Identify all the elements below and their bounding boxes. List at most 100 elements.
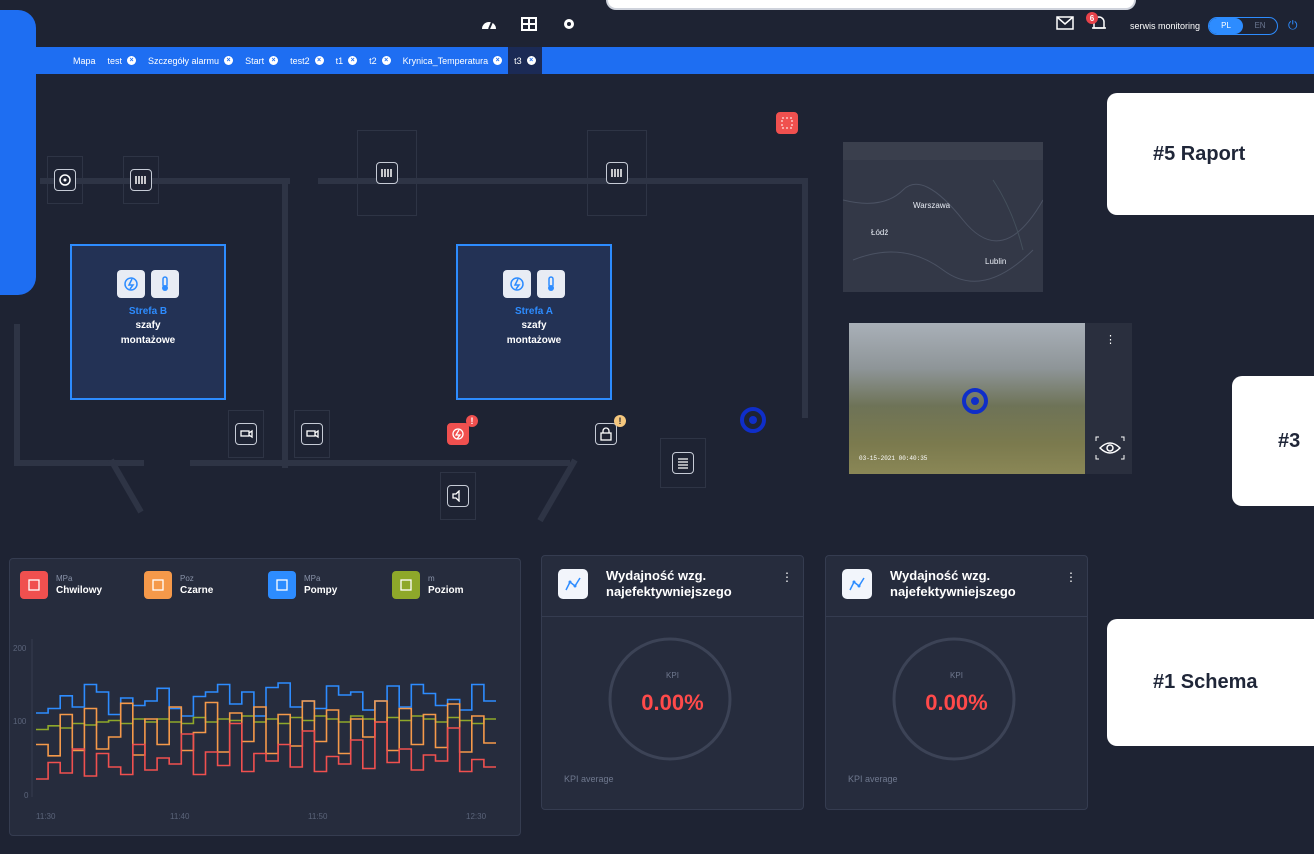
series-line-czarne bbox=[36, 700, 496, 757]
map-city: Lublin bbox=[985, 257, 1007, 266]
thermometer-icon bbox=[537, 270, 565, 298]
tab-t1[interactable]: t1 × bbox=[330, 47, 364, 74]
wall bbox=[190, 460, 570, 466]
target-marker-icon bbox=[962, 388, 988, 414]
zone-desc: szafy bbox=[135, 320, 161, 331]
x-tick-label: 12:30 bbox=[466, 812, 487, 821]
map-city: Łódź bbox=[871, 228, 889, 237]
radiator-icon bbox=[606, 162, 628, 184]
tab-test[interactable]: test × bbox=[102, 47, 143, 74]
kpi-value: 0.00% bbox=[925, 690, 988, 715]
zone-desc: szafy bbox=[521, 320, 547, 331]
power-icon bbox=[117, 270, 145, 298]
eye-icon[interactable] bbox=[1095, 435, 1125, 466]
close-icon[interactable]: × bbox=[127, 56, 137, 65]
gauge-icon bbox=[892, 637, 1016, 761]
device-radiator[interactable] bbox=[587, 130, 647, 216]
more-menu-icon[interactable]: ⋮ bbox=[1105, 333, 1116, 346]
device-speaker[interactable] bbox=[440, 472, 476, 520]
map-city: Warszawa bbox=[913, 201, 951, 210]
zone-strefa-a[interactable]: Strefa A szafy montażowe bbox=[456, 244, 612, 400]
speaker-icon bbox=[447, 485, 469, 507]
language-toggle[interactable]: PL EN bbox=[1208, 16, 1279, 35]
device-camera[interactable] bbox=[294, 410, 330, 458]
top-bar: serwis monitoring PL EN ⏻ 6 bbox=[0, 0, 1314, 47]
wall bbox=[802, 178, 808, 418]
device-radiator[interactable] bbox=[123, 156, 159, 204]
camera-icon bbox=[235, 423, 257, 445]
x-tick-label: 11:30 bbox=[36, 812, 56, 821]
settings-icon[interactable] bbox=[558, 15, 580, 33]
zone-name: Strefa A bbox=[515, 306, 553, 317]
tab-test2[interactable]: test2 × bbox=[284, 47, 330, 74]
dashboard-icon[interactable] bbox=[478, 15, 500, 33]
tab-label: test bbox=[107, 55, 123, 66]
thermometer-icon bbox=[151, 270, 179, 298]
kpi-footer: KPI average bbox=[564, 774, 614, 784]
camera-icon bbox=[301, 423, 323, 445]
lock-icon bbox=[595, 423, 617, 445]
tab-t2[interactable]: t2 × bbox=[363, 47, 397, 74]
callout-card[interactable]: #3 bbox=[1232, 376, 1314, 506]
mail-icon[interactable] bbox=[1056, 16, 1074, 35]
kpi-card[interactable]: Wydajność wzg. najefektywniejszego ⋮ KPI … bbox=[541, 555, 804, 810]
camera-widget[interactable]: 03-15-2021 00:40:35 ⋮ bbox=[849, 323, 1132, 474]
callout-card[interactable]: #1 Schema bbox=[1107, 619, 1314, 746]
camera-timestamp: 03-15-2021 00:40:35 bbox=[859, 455, 928, 462]
list-icon bbox=[672, 452, 694, 474]
tab-bar: Mapa test × Szczegóły alarmu × Start × test… bbox=[0, 47, 1314, 74]
tab-szczegoly-alarmu[interactable]: Szczegóły alarmu × bbox=[142, 47, 239, 74]
lang-en[interactable]: EN bbox=[1243, 18, 1277, 34]
map-widget[interactable]: Warszawa Łódź Lublin bbox=[843, 142, 1043, 292]
power-icon bbox=[503, 270, 531, 298]
device-fan[interactable] bbox=[47, 156, 83, 204]
tab-krynica-temperatura[interactable]: Krynica_Temperatura × bbox=[397, 47, 509, 74]
device-panel[interactable] bbox=[660, 438, 706, 488]
tab-t3[interactable]: t3 × bbox=[508, 47, 542, 74]
close-icon[interactable]: × bbox=[493, 56, 503, 65]
tab-label: Krynica_Temperatura bbox=[402, 55, 489, 66]
target-marker-icon bbox=[740, 407, 766, 433]
kpi-card[interactable]: Wydajność wzg. najefektywniejszego ⋮ KPI … bbox=[825, 555, 1088, 810]
tab-label: Szczegóły alarmu bbox=[148, 55, 220, 66]
tab-label: t2 bbox=[369, 55, 377, 66]
alert-icon: ! bbox=[466, 415, 478, 427]
tab-label: Mapa bbox=[73, 55, 96, 66]
kpi-footer: KPI average bbox=[848, 774, 898, 784]
callout-card[interactable]: #5 Raport bbox=[1107, 93, 1314, 215]
wall bbox=[282, 178, 288, 468]
device-radiator[interactable] bbox=[357, 130, 417, 216]
wall bbox=[14, 324, 20, 464]
selection-icon bbox=[776, 112, 798, 134]
close-icon[interactable]: × bbox=[381, 56, 391, 65]
chart-canvas bbox=[31, 639, 496, 797]
map-header bbox=[843, 142, 1043, 160]
close-icon[interactable]: × bbox=[348, 56, 358, 65]
tab-mapa[interactable]: Mapa bbox=[67, 47, 102, 74]
zone-name: Strefa B bbox=[128, 306, 168, 317]
close-icon[interactable]: × bbox=[314, 56, 324, 65]
device-camera[interactable] bbox=[228, 410, 264, 458]
device-access[interactable]: ! bbox=[588, 410, 626, 458]
top-search-panel[interactable] bbox=[606, 0, 1136, 10]
warning-icon: ! bbox=[614, 415, 626, 427]
device-power-alarm[interactable]: ! bbox=[440, 410, 478, 458]
lang-pl[interactable]: PL bbox=[1209, 17, 1244, 34]
close-icon[interactable]: × bbox=[526, 56, 536, 65]
user-name[interactable]: serwis monitoring bbox=[1130, 21, 1200, 31]
map-canvas[interactable] bbox=[843, 160, 1043, 292]
x-tick-label: 11:40 bbox=[170, 812, 190, 821]
close-icon[interactable]: × bbox=[269, 56, 279, 65]
x-tick-label: 11:50 bbox=[308, 812, 328, 821]
fan-icon bbox=[54, 169, 76, 191]
main-nav bbox=[478, 15, 580, 33]
zone-strefa-b[interactable]: Strefa B szafy montażowe bbox=[70, 244, 226, 400]
schema-icon[interactable] bbox=[518, 15, 540, 33]
device-alarm-zone[interactable] bbox=[772, 108, 802, 138]
logout-icon[interactable]: ⏻ bbox=[1288, 18, 1298, 33]
close-icon[interactable]: × bbox=[224, 56, 234, 65]
tab-label: test2 bbox=[290, 55, 310, 66]
chart-widget[interactable]: MPa Chwilowy Poz Czarne MPa Pompy m Poziom 2… bbox=[9, 558, 521, 836]
tab-start[interactable]: Start × bbox=[239, 47, 284, 74]
kpi-label: KPI bbox=[666, 671, 679, 680]
